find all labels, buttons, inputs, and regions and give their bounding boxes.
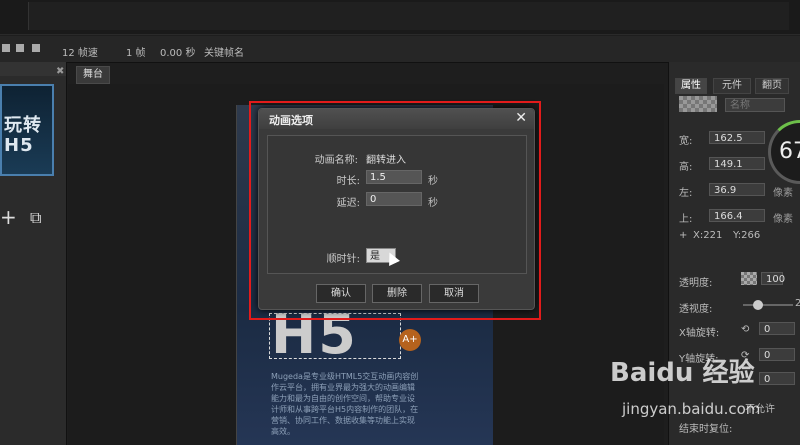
top-label: 上: (679, 214, 693, 225)
top-input[interactable]: 166.4 (709, 209, 765, 222)
keyframe-name-field[interactable]: 关键帧名 (204, 44, 244, 59)
x-rotation-icon: ⟲ (741, 324, 750, 335)
camera-icon[interactable] (32, 44, 40, 52)
opacity-input[interactable]: 100 (761, 272, 785, 285)
reset-on-end-label: 结束时复位: (679, 424, 733, 435)
x-rotation-label: X轴旋转: (679, 328, 720, 339)
width-label: 宽: (679, 136, 693, 147)
timeline-scrubber[interactable] (28, 2, 789, 30)
tab-symbols[interactable]: 元件 (713, 78, 751, 94)
slider-handle[interactable] (753, 300, 763, 310)
name-input[interactable]: 名称 (725, 98, 785, 112)
perspective-value: 2 (795, 298, 800, 309)
left-input[interactable]: 36.9 (709, 183, 765, 196)
highlight-frame (249, 101, 541, 320)
left-label: 左: (679, 188, 693, 199)
copy-page-icon[interactable]: ⧉ (30, 208, 41, 228)
watermark-url: jingyan.baidu.com (622, 400, 761, 418)
y-readout: Y:266 (733, 230, 761, 241)
watermark-logo: Baidu 经验 (610, 358, 755, 388)
perspective-label: 透视度: (679, 304, 713, 315)
opacity-label: 透明度: (679, 278, 713, 289)
page-thumbnail[interactable]: 玩转 H5 (0, 84, 54, 176)
top-strip (0, 0, 800, 35)
pages-panel: 玩转 H5 + ⧉ (0, 62, 67, 445)
x-readout: X:221 (693, 230, 723, 241)
canvas-badge: A+ (399, 329, 421, 351)
timeline-toolbar: 12 帧速 1 帧 0.00 秒 关键帧名 (0, 36, 800, 63)
insert-frame-icon[interactable] (2, 44, 10, 52)
width-input[interactable]: 162.5 (709, 131, 765, 144)
tab-pages[interactable]: 翻页 (755, 78, 789, 94)
thumbnail-text: 玩转 H5 (4, 115, 42, 156)
plus-icon[interactable]: + (679, 230, 687, 241)
canvas-paragraph: Mugeda是专业级HTML5交互动画内容创作云平台，拥有业界最为强大的动画编辑… (271, 372, 419, 436)
frame-readout: 1 帧 (126, 48, 146, 59)
y-rotation-input[interactable]: 0 (759, 348, 795, 361)
add-page-icon[interactable]: + (0, 205, 17, 229)
top-unit: 像素 (773, 214, 793, 225)
tab-stage[interactable]: 舞台 (76, 66, 110, 84)
height-input[interactable]: 149.1 (709, 157, 765, 170)
fill-swatch[interactable] (679, 96, 717, 112)
left-unit: 像素 (773, 188, 793, 199)
opacity-swatch (741, 272, 757, 285)
height-label: 高: (679, 162, 693, 173)
time-readout: 0.00 秒 (160, 48, 196, 59)
keyframe-icon[interactable] (16, 44, 24, 52)
x-rotation-input[interactable]: 0 (759, 322, 795, 335)
close-tab-icon[interactable]: ✖ (56, 66, 64, 77)
fps-readout: 12 帧速 (62, 48, 98, 59)
rotation-input[interactable]: 0 (759, 372, 795, 385)
perspective-slider[interactable] (743, 300, 793, 310)
tab-properties[interactable]: 属性 (675, 78, 707, 94)
